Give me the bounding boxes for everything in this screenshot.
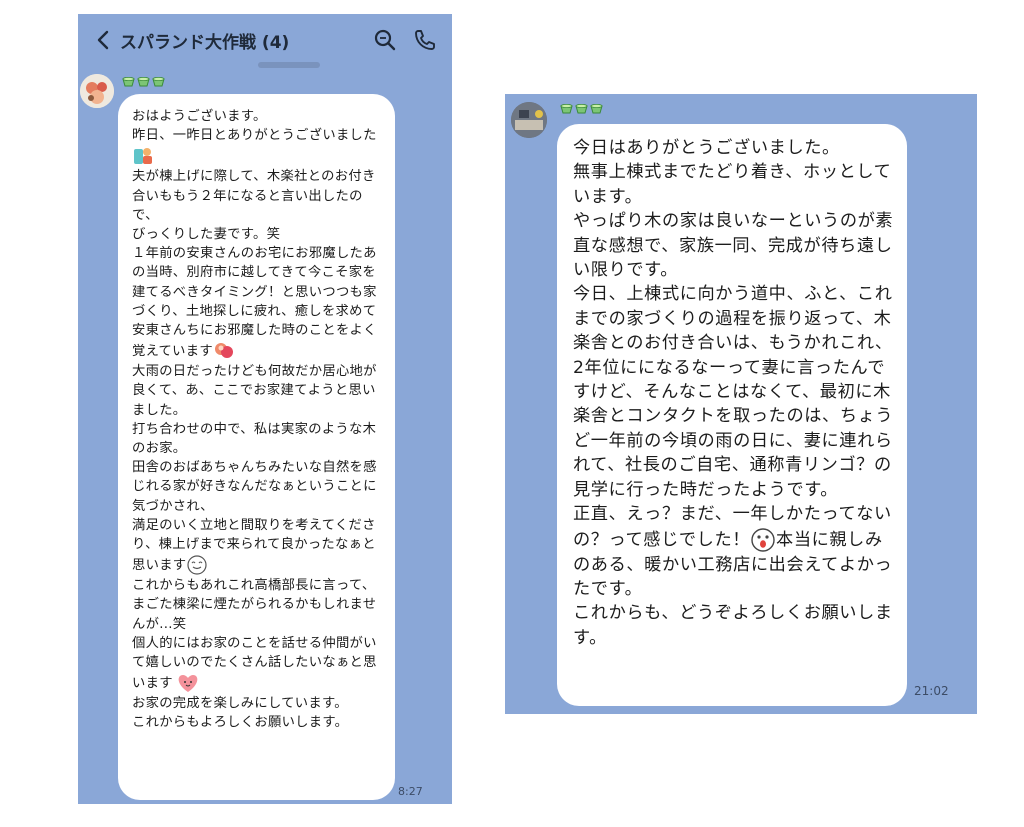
green-cup-icon bbox=[122, 77, 135, 87]
sender-avatar[interactable] bbox=[80, 74, 114, 108]
message-bubble[interactable]: 今日はありがとうございました。 無事上棟式までたどり着き、ホッとしています。 や… bbox=[557, 124, 907, 706]
green-cup-icon bbox=[590, 104, 603, 114]
message-text: 夫が棟上げに際して、木楽社とのお付き合いももう２年になると言い出したので、 びっ… bbox=[132, 169, 377, 360]
message-timestamp: 21:02 bbox=[914, 684, 949, 698]
surprised-face-icon bbox=[751, 527, 775, 552]
message-timestamp: 8:27 bbox=[398, 785, 423, 798]
chevron-left-icon[interactable] bbox=[86, 14, 120, 66]
sender-name-badges bbox=[122, 75, 165, 88]
green-cup-icon bbox=[575, 104, 588, 114]
sender-name-badges bbox=[560, 102, 603, 115]
chat-header: スパランド大作戦 (4) bbox=[78, 14, 452, 66]
green-cup-icon bbox=[152, 77, 165, 87]
sticker-hug-icon bbox=[214, 343, 233, 359]
phone-icon[interactable] bbox=[412, 27, 438, 53]
sender-avatar[interactable] bbox=[511, 102, 547, 138]
green-cup-icon bbox=[560, 104, 573, 114]
right-chat-screen: 今日はありがとうございました。 無事上棟式までたどり着き、ホッとしています。 や… bbox=[505, 94, 977, 714]
message-text: 今日はありがとうございました。 無事上棟式までたどり着き、ホッとしています。 や… bbox=[573, 138, 894, 550]
search-icon[interactable] bbox=[372, 27, 398, 53]
smiling-face-icon bbox=[187, 555, 207, 575]
green-cup-icon bbox=[137, 77, 150, 87]
message-text: おはようございます。 昨日、一昨日とありがとうございました bbox=[132, 109, 377, 144]
message-text: 大雨の日だったけども何故だか居心地が良くて、あ、ここでお家建てようと思いました。… bbox=[132, 364, 377, 574]
message-text: お家の完成を楽しみにしています。 これからもよろしくお願いします。 bbox=[132, 696, 349, 731]
heart-sticker-icon bbox=[178, 675, 198, 693]
message-bubble[interactable]: おはようございます。 昨日、一昨日とありがとうございました 夫が棟上げに際して、… bbox=[118, 94, 395, 800]
left-chat-screen: スパランド大作戦 (4) おはようございます。 昨日、一昨日とありがとうございま… bbox=[78, 14, 452, 804]
scroll-indicator bbox=[258, 62, 320, 68]
message-text: これからもあれこれ高橋部長に言って、まごた棟梁に煙たがられるかもしれませんが..… bbox=[132, 578, 377, 692]
sticker-phone-icon bbox=[134, 148, 152, 165]
chat-title: スパランド大作戦 (4) bbox=[120, 32, 290, 53]
